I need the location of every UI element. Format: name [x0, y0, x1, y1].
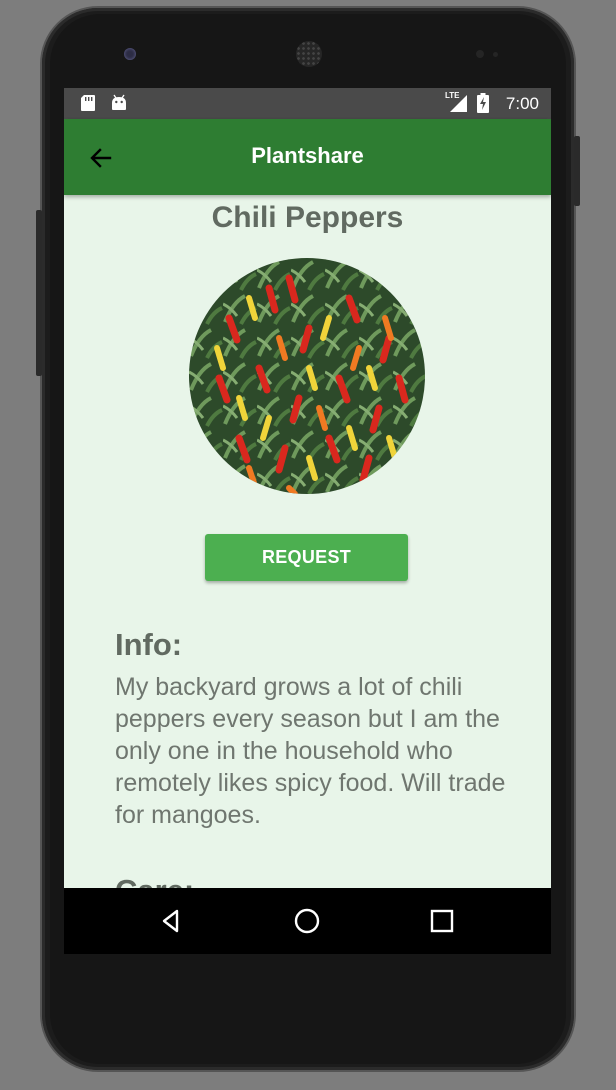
proximity-sensor-icon	[476, 50, 484, 58]
back-triangle-icon	[162, 909, 179, 933]
power-button	[574, 136, 580, 206]
plant-detail-content[interactable]: Chili Peppers REQUEST Info: My backyard …	[64, 195, 551, 908]
info-heading: Info:	[115, 627, 183, 662]
app-screen: LTE 7:00 Plantshare Chili Peppers REQUES…	[64, 88, 551, 954]
plant-name: Chili Peppers	[211, 201, 404, 234]
front-camera-icon	[124, 48, 136, 60]
status-bar: LTE 7:00	[64, 88, 551, 119]
android-icon	[112, 94, 126, 110]
home-circle-icon	[294, 908, 320, 934]
battery-charging-icon	[477, 93, 489, 113]
status-time: 7:00	[505, 94, 539, 113]
sd-card-icon	[81, 95, 95, 111]
volume-button	[36, 210, 42, 376]
navigation-bar	[64, 888, 551, 954]
nav-home-button[interactable]	[292, 906, 322, 936]
app-title: Plantshare	[251, 143, 364, 168]
app-bar: Plantshare	[64, 119, 551, 195]
request-button[interactable]: REQUEST	[205, 534, 408, 581]
info-body: My backyard grows a lot of chili peppers…	[115, 673, 506, 829]
recents-square-icon	[430, 909, 454, 933]
signal-icon: LTE	[445, 91, 469, 113]
speaker-grill-icon	[296, 41, 322, 67]
nav-recents-button[interactable]	[427, 906, 457, 936]
plant-photo	[189, 258, 425, 494]
nav-back-button[interactable]	[156, 906, 186, 936]
light-sensor-icon	[493, 52, 498, 57]
